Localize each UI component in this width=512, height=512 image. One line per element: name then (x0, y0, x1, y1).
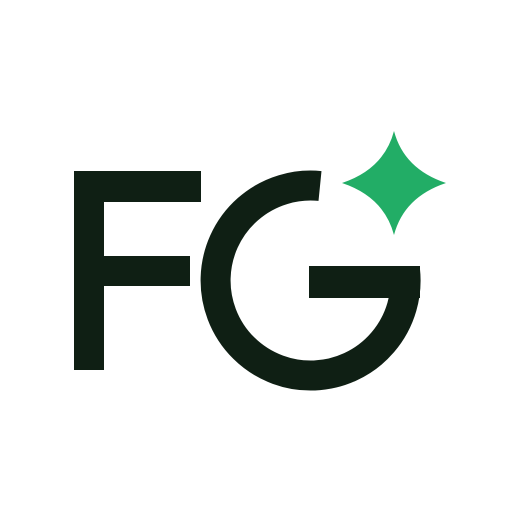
logo-canvas (0, 0, 512, 512)
fg-logo (0, 0, 512, 512)
